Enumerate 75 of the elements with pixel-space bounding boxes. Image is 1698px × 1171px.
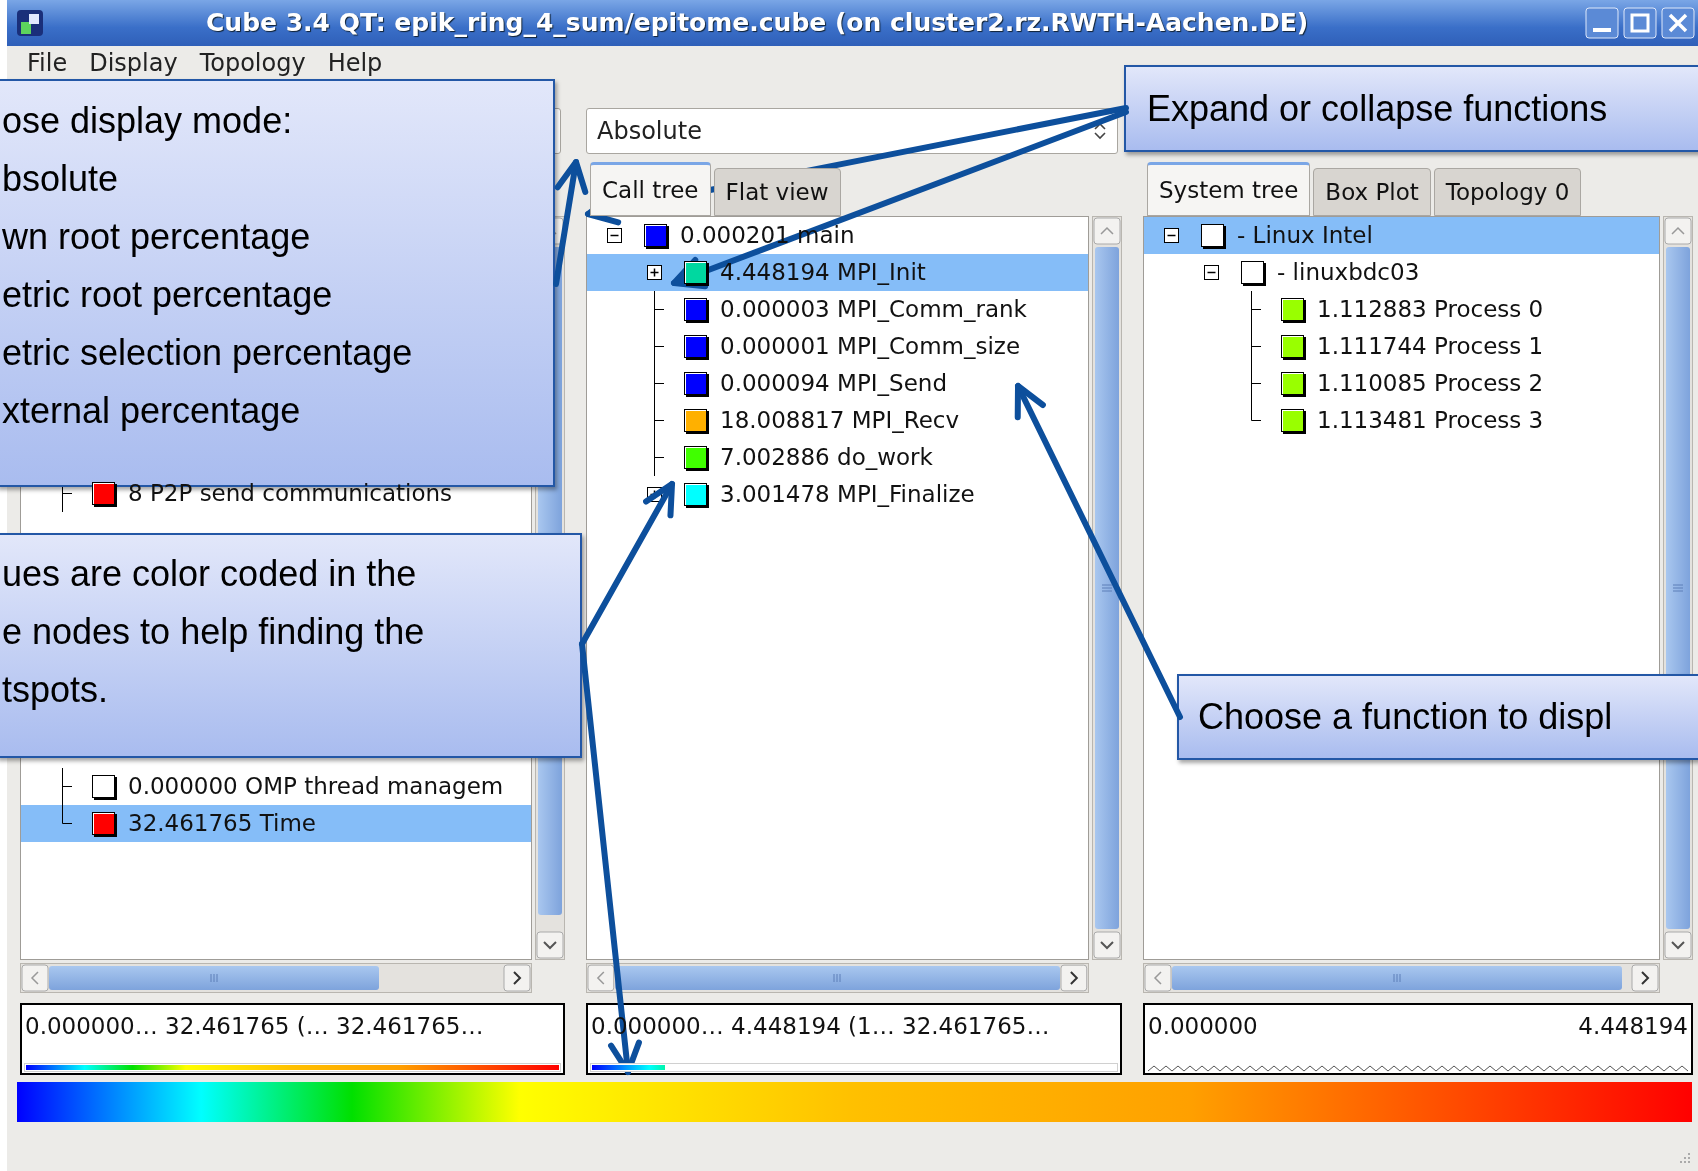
callout-text: Expand or collapse functions [1147, 86, 1608, 131]
scroll-right-icon[interactable] [1060, 964, 1088, 992]
tree-toggle[interactable] [647, 265, 662, 280]
tree-branch-line [653, 328, 664, 365]
cube-icon [15, 8, 45, 38]
tree-item[interactable]: 0.000001 MPI_Comm_size [587, 328, 1088, 365]
tree-branch-line [1250, 291, 1261, 328]
tab[interactable]: Flat view [713, 168, 841, 216]
tree-item[interactable]: 0.000003 MPI_Comm_rank [587, 291, 1088, 328]
tree-branch-line [653, 439, 664, 476]
grip-icon [1672, 582, 1684, 594]
tree-item[interactable]: 3.001478 MPI_Finalize [587, 476, 1088, 513]
scroll-right-icon[interactable] [503, 964, 531, 992]
tree-item[interactable]: 1.112883 Process 0 [1144, 291, 1659, 328]
callout-text: Choose a function to displ [1198, 695, 1613, 739]
scrollbar-thumb[interactable] [1095, 247, 1119, 929]
scrollbar-thumb[interactable] [1172, 966, 1622, 990]
value-text: 0.000000 [1148, 1012, 1258, 1041]
scroll-left-icon[interactable] [21, 964, 49, 992]
grip-icon [831, 973, 844, 983]
value-text: 0.000000… 32.461765 (… 32.461765… [25, 1012, 484, 1041]
scroll-down-icon[interactable] [1664, 931, 1692, 959]
tree-item[interactable]: 0.000000 OMP thread managem [21, 768, 531, 805]
tab[interactable]: Box Plot [1313, 168, 1431, 216]
menu-item[interactable]: Topology [199, 49, 306, 77]
menu-item[interactable]: Display [89, 49, 178, 77]
scrollbar-thumb[interactable] [614, 966, 1061, 990]
scroll-left-icon[interactable] [587, 964, 615, 992]
tree-item[interactable]: 8 P2P send communications [21, 475, 531, 512]
value-text: 4.448194 [1578, 1012, 1688, 1041]
scroll-left-icon[interactable] [1144, 964, 1172, 992]
tree-item[interactable]: 18.008817 MPI_Recv [587, 402, 1088, 439]
tree-branch-line [1250, 328, 1261, 365]
tree-toggle[interactable] [1204, 265, 1219, 280]
tree-view[interactable]: 0.000201 main 4.448194 MPI_Init 0.000003 MPI_Comm_rank 0.000001 MPI_Comm_size 0.000094 MPI_Send 18.008817 MPI_Recv 7.002886 do_work 3.001478 MPI_Finalize [586, 216, 1089, 960]
scroll-down-icon[interactable] [1093, 931, 1121, 959]
dropdown[interactable]: Absolute [586, 108, 1118, 154]
scroll-down-icon[interactable] [536, 931, 564, 959]
tree-item[interactable]: 1.111744 Process 1 [1144, 328, 1659, 365]
grip-icon [1391, 973, 1403, 983]
tree-item[interactable]: 0.000201 main [587, 217, 1088, 254]
maximize-button[interactable] [1623, 7, 1657, 39]
tree-branch-line [653, 365, 664, 402]
tree-item[interactable]: 7.002886 do_work [587, 439, 1088, 476]
tree-toggle[interactable] [1164, 228, 1179, 243]
menu-item[interactable]: Help [327, 49, 383, 77]
tree-item[interactable]: 0.000094 MPI_Send [587, 365, 1088, 402]
menu-item[interactable]: File [27, 49, 68, 77]
horizontal-scrollbar[interactable] [20, 963, 532, 993]
close-button[interactable] [1661, 7, 1695, 39]
tab[interactable]: Topology 0 [1433, 168, 1582, 216]
scrollbar-thumb[interactable] [49, 966, 379, 990]
tree-item[interactable]: - linuxbdc03 [1144, 254, 1659, 291]
scroll-right-icon[interactable] [1631, 964, 1659, 992]
tree-item[interactable]: 32.461765 Time [21, 805, 531, 842]
callout-text: ues are color coded in the e nodes to help finding the tspots. [2, 552, 425, 712]
tree-item[interactable]: 4.448194 MPI_Init [587, 254, 1088, 291]
grip-icon [1101, 582, 1113, 594]
minimize-button[interactable] [1585, 7, 1619, 39]
scroll-up-icon[interactable] [1093, 217, 1121, 245]
callout-text: ose display mode: bsolute wn root percentage etric root percentage etric selection percentage xternal percentage [2, 99, 413, 433]
tab[interactable]: System tree [1147, 162, 1311, 216]
vertical-scrollbar[interactable] [1092, 216, 1122, 960]
tree-toggle[interactable] [607, 228, 622, 243]
grip-icon [208, 973, 220, 983]
horizontal-scrollbar[interactable] [1143, 963, 1660, 993]
scroll-up-icon[interactable] [1664, 217, 1692, 245]
tree-branch-line [653, 291, 664, 328]
tree-item[interactable]: - Linux Intel [1144, 217, 1659, 254]
horizontal-scrollbar[interactable] [586, 963, 1089, 993]
tab[interactable]: Call tree [590, 162, 711, 216]
tree-branch-line [653, 402, 664, 439]
window-title: Cube 3.4 QT: epik_ring_4_sum/epitome.cube (on cluster2.rz.RWTH-Aachen.DE) [206, 7, 1309, 40]
tree-item[interactable]: 1.113481 Process 3 [1144, 402, 1659, 439]
tree-item[interactable]: 1.110085 Process 2 [1144, 365, 1659, 402]
